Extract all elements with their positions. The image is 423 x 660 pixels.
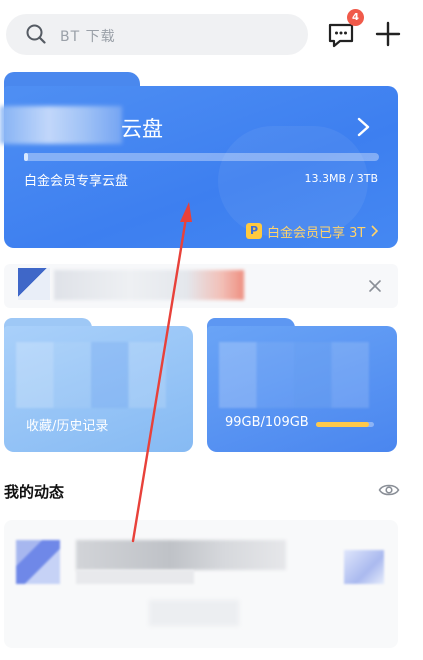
cloud-subtitle: 白金会员专享云盘 [24,174,129,189]
close-icon[interactable] [368,279,382,293]
vip-p-icon: P [246,223,262,239]
search-icon [26,24,46,44]
blurred-username [0,106,122,144]
storage-bar-fill [316,422,369,427]
feed-thumbnail [16,540,60,584]
favorites-history-label: 收藏/历史记录 [26,419,109,434]
storage-bar [316,422,374,427]
app-screen: BT 下载 4 云盘 白金会员专享云盘 13.3MB / 3TB P 白金会员已… [0,0,423,660]
section-title-my-activity: 我的动态 [4,483,65,501]
feed-side-thumbnail [344,550,384,584]
search-placeholder: BT 下载 [60,29,116,45]
notice-avatar [18,268,50,300]
cloud-usage-text: 13.3MB / 3TB [304,172,379,185]
eye-icon[interactable] [378,482,400,498]
message-badge: 4 [347,9,364,26]
cloud-title: 云盘 [121,117,163,141]
vip-status-text: 白金会员已享 3T [267,225,366,241]
search-bar[interactable]: BT 下载 [6,14,308,55]
feed-blurred-footer [149,600,239,626]
chevron-right-icon [371,225,379,237]
storage-tile[interactable]: 99GB/109GB [207,326,397,452]
add-icon[interactable] [374,20,402,48]
vip-status-link[interactable]: P 白金会员已享 3T [246,222,379,241]
cloud-usage-bar [24,153,379,161]
cloud-usage-fill [24,153,28,161]
feed-blurred-title [76,540,286,570]
blurred-tile-content [16,342,166,408]
feed-blurred-subtitle [76,570,194,584]
favorites-history-tile[interactable]: 收藏/历史记录 [4,326,193,452]
chevron-right-icon[interactable] [355,116,371,138]
notice-banner[interactable] [4,264,398,308]
blurred-tile-content [219,342,369,408]
notice-blurred-content [54,270,244,300]
storage-text: 99GB/109GB [225,415,309,430]
activity-feed-card[interactable] [4,520,398,648]
